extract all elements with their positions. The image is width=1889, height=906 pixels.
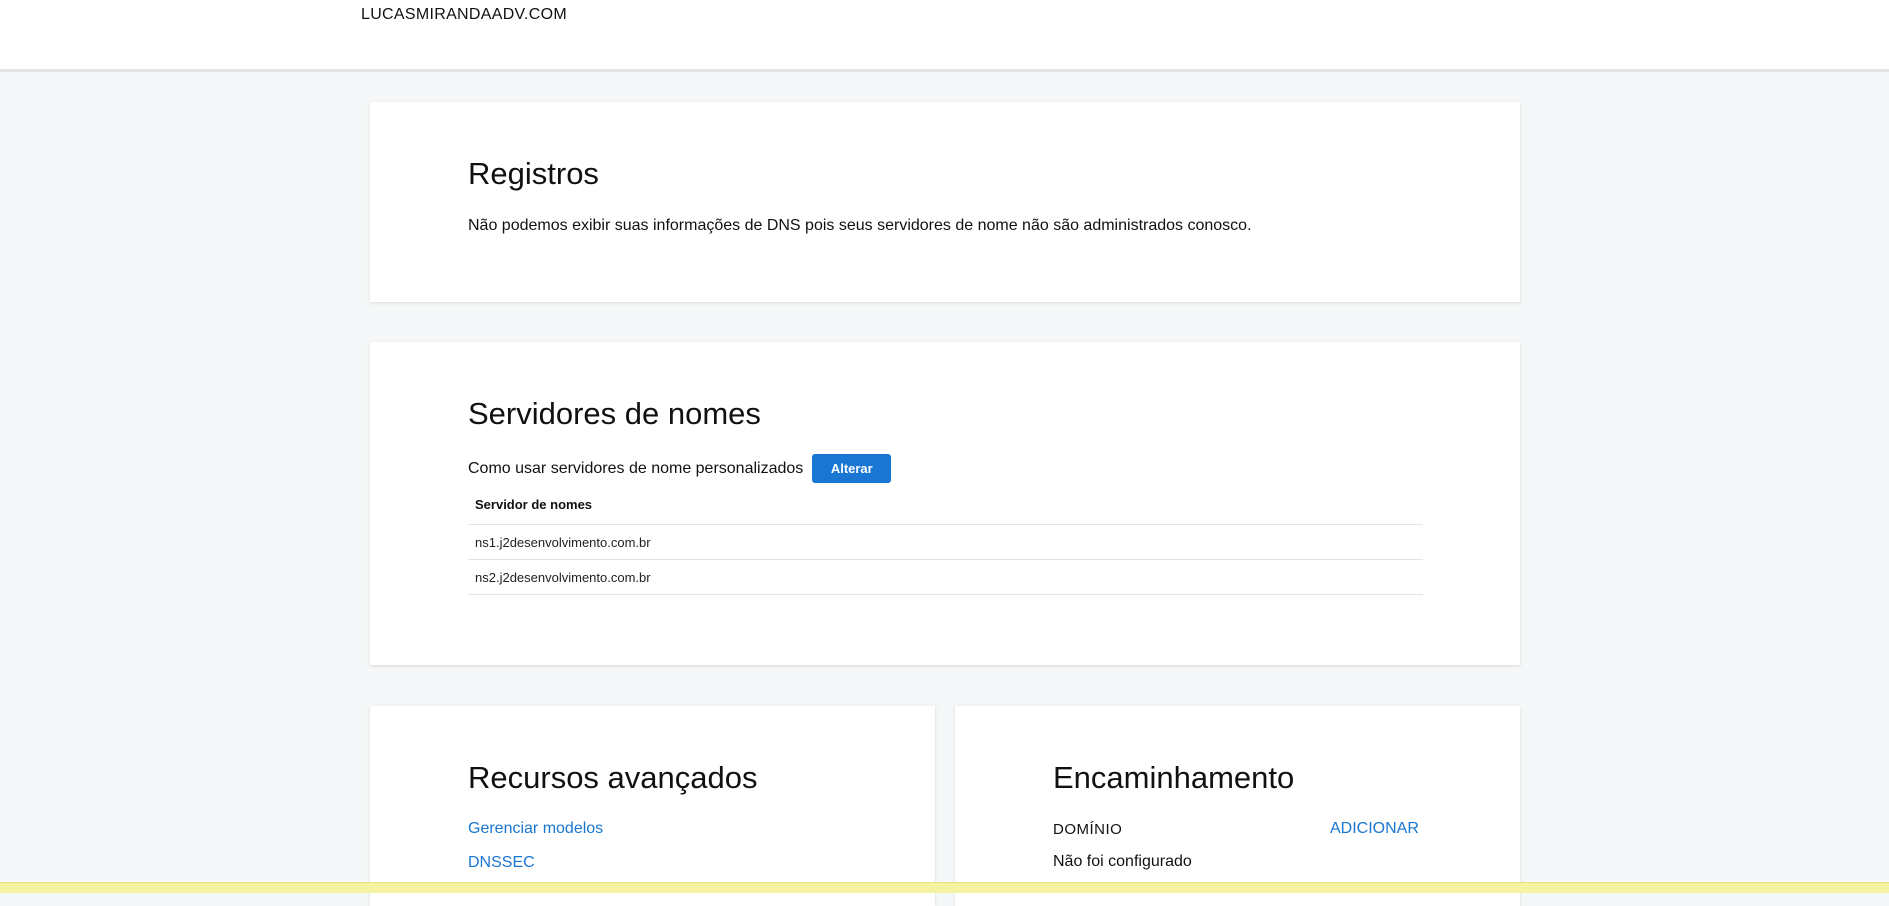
forwarding-status: Não foi configurado <box>1053 853 1192 870</box>
dnssec-link[interactable]: DNSSEC <box>468 854 535 872</box>
nameservers-table: Servidor de nomes ns1.j2desenvolvimento.… <box>468 490 1423 595</box>
custom-nameservers-line: Como usar servidores de nome personaliza… <box>468 454 892 483</box>
manage-templates-link[interactable]: Gerenciar modelos <box>468 820 603 838</box>
table-row: ns2.j2desenvolvimento.com.br <box>468 560 1423 595</box>
table-header: Servidor de nomes <box>468 490 1423 525</box>
add-forwarding-button[interactable]: ADICIONAR <box>1330 820 1419 838</box>
custom-nameservers-label: Como usar servidores de nome personaliza… <box>468 459 804 477</box>
forwarding-title: Encaminhamento <box>1053 760 1295 795</box>
registros-message: Não podemos exibir suas informações de D… <box>468 217 1252 234</box>
table-row: ns1.j2desenvolvimento.com.br <box>468 525 1423 560</box>
domain-name: LUCASMIRANDAADV.COM <box>361 6 568 23</box>
nameservers-title: Servidores de nomes <box>468 396 761 431</box>
forwarding-domain-label: DOMÍNIO <box>1053 821 1123 838</box>
change-nameservers-button[interactable]: Alterar <box>812 454 892 483</box>
bottom-notification-bar <box>0 882 1889 893</box>
top-header: LUCASMIRANDAADV.COM <box>0 0 1889 72</box>
registros-title: Registros <box>468 156 599 191</box>
nameservers-card: Servidores de nomes Como usar servidores… <box>370 342 1520 665</box>
advanced-features-title: Recursos avançados <box>468 760 758 795</box>
registros-card: Registros Não podemos exibir suas inform… <box>370 102 1520 302</box>
advanced-features-card: Recursos avançados Gerenciar modelos DNS… <box>370 706 935 906</box>
forwarding-card: Encaminhamento DOMÍNIO ADICIONAR Não foi… <box>955 706 1520 906</box>
